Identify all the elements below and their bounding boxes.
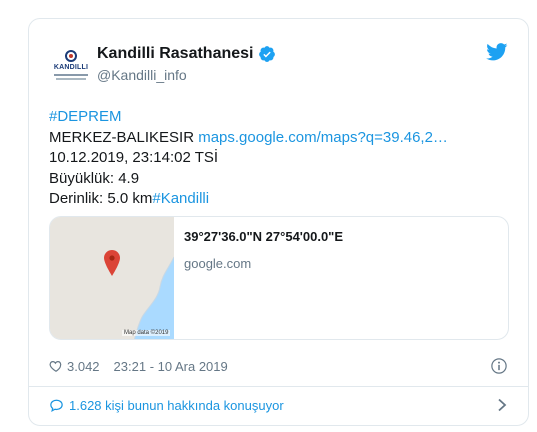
verified-badge-icon [258, 46, 275, 62]
link-card-domain: google.com [184, 256, 252, 271]
tweet-card[interactable]: KANDILLI Kandilli Rasathanesi @Kandilli_… [28, 18, 529, 426]
datetime-line: 10.12.2019, 23:14:02 TSİ [49, 149, 219, 166]
map-pin-icon [104, 250, 120, 276]
avatar-logo-text: KANDILLI [53, 64, 89, 71]
conversation-link[interactable]: 1.628 kişi bunun hakkında konuşuyor [49, 394, 508, 416]
like-count[interactable]: 3.042 [67, 359, 100, 374]
map-credit: Map data ©2019 [122, 330, 171, 336]
speech-bubble-icon [50, 399, 63, 412]
hashtag-link[interactable]: #DEPREM [49, 108, 122, 125]
logo-line-icon [56, 78, 86, 80]
divider [29, 386, 528, 387]
display-name[interactable]: Kandilli Rasathanesi [97, 45, 254, 63]
display-name-row: Kandilli Rasathanesi [97, 43, 276, 65]
logo-emblem-icon [65, 50, 77, 62]
tweet-line: Derinlik: 5.0 km#Kandilli [49, 189, 509, 210]
tweet-meta: 3.042 23:21 - 10 Ara 2019 [49, 356, 508, 376]
link-preview-card[interactable]: Map data ©2019 39°27'36.0"N 27°54'00.0"E… [49, 216, 509, 340]
tweet-line: MERKEZ-BALIKESIR maps.google.com/maps?q=… [49, 128, 509, 149]
tweet-header: KANDILLI Kandilli Rasathanesi @Kandilli_… [49, 41, 508, 89]
location-label: MERKEZ-BALIKESIR [49, 128, 199, 146]
conversation-label[interactable]: 1.628 kişi bunun hakkında konuşuyor [69, 398, 284, 413]
link-card-info: 39°27'36.0"N 27°54'00.0"E google.com [174, 217, 353, 339]
chevron-right-icon[interactable] [496, 398, 508, 412]
account-names: Kandilli Rasathanesi @Kandilli_info [97, 43, 276, 83]
handle[interactable]: @Kandilli_info [97, 67, 276, 83]
depth-line: Derinlik: 5.0 km [49, 190, 153, 207]
magnitude-line: Büyüklük: 4.9 [49, 169, 140, 187]
twitter-bird-icon[interactable] [486, 43, 508, 61]
map-image [50, 217, 174, 339]
tweet-line: #DEPREM [49, 107, 509, 128]
map-thumbnail[interactable]: Map data ©2019 [50, 217, 174, 339]
heart-icon[interactable] [49, 359, 63, 373]
logo-line-icon [54, 74, 88, 76]
map-url-link[interactable]: maps.google.com/maps?q=39.46,2… [198, 129, 448, 146]
info-icon[interactable] [490, 357, 508, 375]
avatar[interactable]: KANDILLI [49, 43, 93, 87]
tweet-timestamp[interactable]: 23:21 - 10 Ara 2019 [114, 359, 228, 374]
tweet-text: #DEPREM MERKEZ-BALIKESIR maps.google.com… [49, 107, 509, 210]
hashtag-link[interactable]: #Kandilli [152, 190, 209, 207]
link-card-title: 39°27'36.0"N 27°54'00.0"E [184, 229, 344, 244]
